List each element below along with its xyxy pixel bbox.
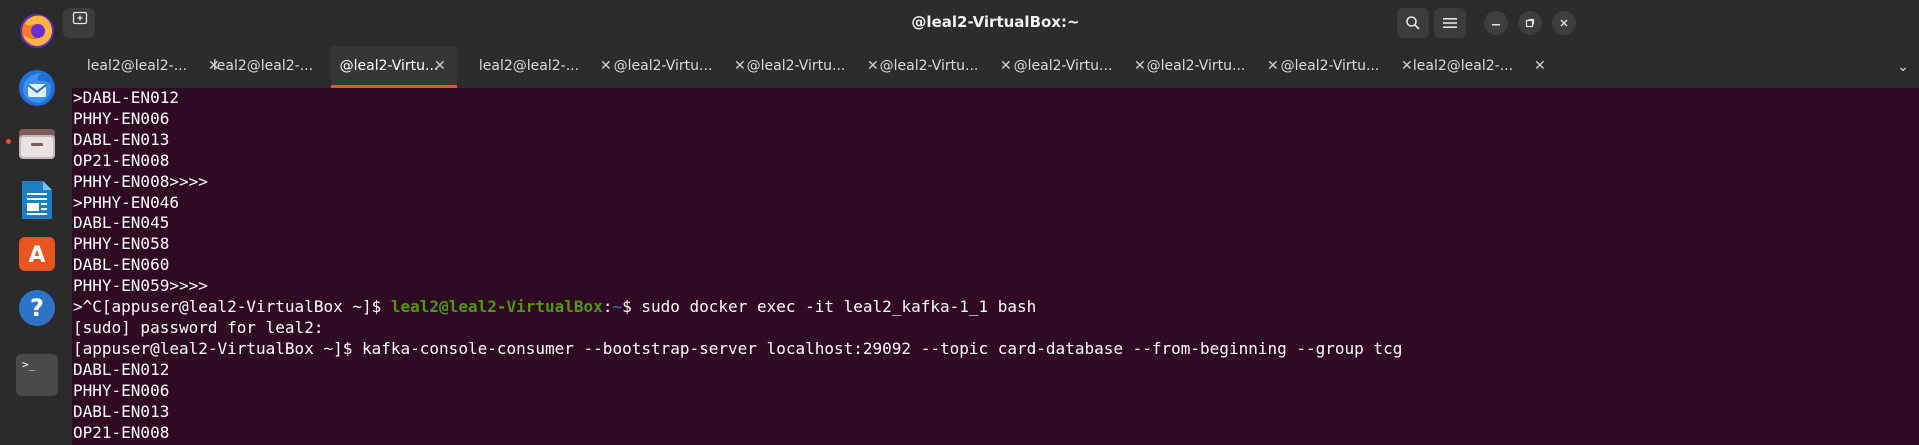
- tab-label: @leal2-Virtu...: [339, 58, 439, 74]
- prompt-prefix: >^C[appuser@leal2-VirtualBox ~]$: [73, 297, 391, 317]
- restore-button[interactable]: [1518, 11, 1542, 35]
- terminal-line: >DABL-EN012: [73, 88, 179, 107]
- terminal-line: PHHY-EN058: [73, 234, 170, 254]
- terminal-line: DABL-EN060: [73, 255, 170, 275]
- prompt-colon: :: [602, 297, 613, 317]
- tab-close-icon[interactable]: ✕: [434, 58, 446, 74]
- svg-text:A: A: [28, 243, 45, 268]
- tab-label: @leal2-Virtu...: [1280, 58, 1380, 74]
- window-title: @leal2-VirtualBox:~: [911, 13, 1080, 31]
- close-window-button[interactable]: [1552, 11, 1576, 35]
- terminal-line: PHHY-EN008>>>>: [73, 171, 208, 191]
- terminal-line: DABL-EN045: [73, 213, 170, 233]
- hamburger-icon: [1443, 18, 1457, 28]
- running-indicator: [6, 139, 11, 144]
- dock: A ? >_: [0, 0, 72, 445]
- svg-text:?: ?: [30, 294, 44, 322]
- terminal-line: OP21-EN008: [73, 150, 170, 170]
- terminal-glyph: >_: [22, 358, 36, 371]
- close-icon: [1560, 19, 1568, 27]
- terminal-icon[interactable]: >_: [12, 340, 62, 396]
- tab-label: @leal2-Virtu...: [1013, 58, 1113, 74]
- prompt-dollar: $: [622, 297, 642, 317]
- minimize-button[interactable]: [1484, 11, 1508, 35]
- tab-active[interactable]: @leal2-Virtu... ✕: [331, 46, 457, 88]
- firefox-icon[interactable]: [12, 6, 62, 56]
- tab[interactable]: leal2@leal2-... ✕: [1398, 46, 1562, 88]
- terminal-prompt-line: >^C[appuser@leal2-VirtualBox ~]$ leal2@l…: [72, 297, 1919, 318]
- prompt-path: ~: [612, 297, 623, 317]
- header-bar: @leal2-VirtualBox:~: [63, 0, 1919, 46]
- tab-label: @leal2-Virtu...: [613, 58, 713, 74]
- files-icon[interactable]: [12, 118, 62, 168]
- tab-label: leal2@leal2-...: [86, 58, 188, 74]
- prompt-user-host: leal2@leal2-VirtualBox: [390, 297, 603, 317]
- minimize-icon: [1492, 24, 1500, 26]
- terminal-line: PHHY-EN059>>>>: [73, 276, 208, 296]
- terminal-line: PHHY-EN006: [73, 380, 170, 400]
- tab-label: leal2@leal2-...: [1412, 58, 1514, 74]
- tab-overflow-chevron-icon[interactable]: ⌄: [1897, 59, 1909, 75]
- thunderbird-icon[interactable]: [12, 63, 62, 113]
- tab-label: leal2@leal2-...: [478, 58, 580, 74]
- app-center-icon[interactable]: A: [12, 228, 62, 278]
- tab-close-icon[interactable]: ✕: [1534, 58, 1546, 74]
- search-icon: [1406, 16, 1420, 30]
- terminal-line: DABL-EN013: [73, 129, 170, 149]
- terminal-line: >PHHY-EN046: [73, 192, 179, 212]
- tab-label: @leal2-Virtu...: [879, 58, 979, 74]
- tab-bar: leal2@leal2-... ✕ leal2@leal2-... ✕ @lea…: [72, 46, 1919, 89]
- tab-label: @leal2-Virtu...: [746, 58, 846, 74]
- terminal-line: OP21-EN008: [73, 422, 170, 442]
- menu-button[interactable]: [1434, 8, 1466, 38]
- new-tab-icon: [72, 11, 88, 25]
- prompt-command: sudo docker exec -it leal2_kafka-1_1 bas…: [641, 297, 1037, 317]
- help-icon[interactable]: ?: [12, 283, 62, 333]
- search-button[interactable]: [1397, 8, 1429, 38]
- terminal-line: [appuser@leal2-VirtualBox ~]$ kafka-cons…: [73, 338, 1403, 358]
- terminal-line: DABL-EN012: [73, 359, 170, 379]
- tab-label: leal2@leal2-...: [212, 58, 314, 74]
- terminal-line: PHHY-EN006: [73, 108, 170, 128]
- terminal-line: [sudo] password for leal2:: [73, 317, 324, 337]
- terminal-line: DABL-EN013: [73, 401, 170, 421]
- tab-label: @leal2-Virtu...: [1146, 58, 1246, 74]
- restore-icon: [1525, 18, 1535, 28]
- libreoffice-writer-icon[interactable]: [12, 175, 62, 225]
- terminal-output[interactable]: >DABL-EN012 PHHY-EN006 DABL-EN013 OP21-E…: [72, 88, 1919, 445]
